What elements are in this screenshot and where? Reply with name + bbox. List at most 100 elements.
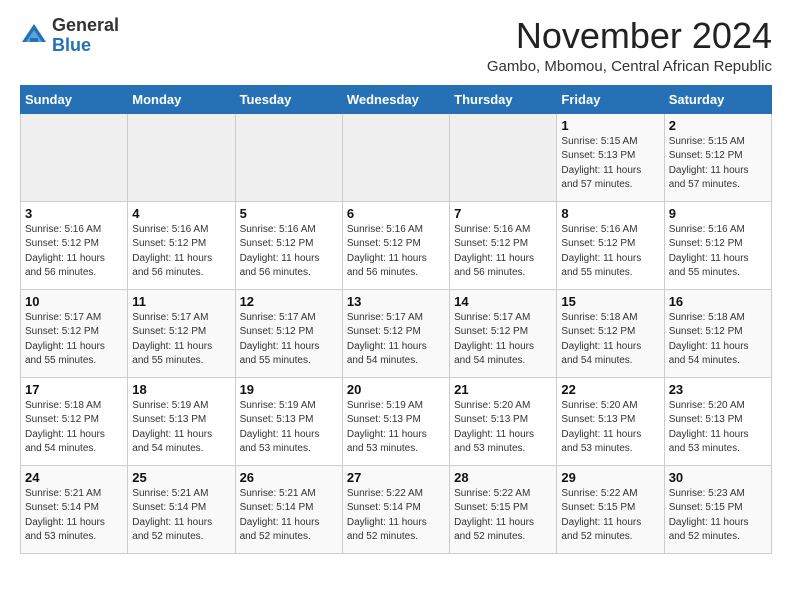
day-info: Sunrise: 5:16 AM Sunset: 5:12 PM Dayligh… <box>561 223 659 281</box>
day-number: 20 <box>347 382 445 397</box>
page: General Blue November 2024 Gambo, Mbomou… <box>0 0 792 570</box>
day-info: Sunrise: 5:17 AM Sunset: 5:12 PM Dayligh… <box>347 311 445 369</box>
calendar-cell: 15 Sunrise: 5:18 AM Sunset: 5:12 PM Dayli… <box>557 289 664 377</box>
calendar-cell: 10 Sunrise: 5:17 AM Sunset: 5:12 PM Dayli… <box>21 289 128 377</box>
day-info: Sunrise: 5:17 AM Sunset: 5:12 PM Dayligh… <box>132 311 230 369</box>
calendar-week-1: 1Sunrise: 5:15 AM Sunset: 5:13 PM Daylig… <box>21 113 772 201</box>
calendar-week-2: 3Sunrise: 5:16 AM Sunset: 5:12 PM Daylig… <box>21 201 772 289</box>
calendar-cell: 13 Sunrise: 5:17 AM Sunset: 5:12 PM Dayli… <box>342 289 449 377</box>
calendar-cell <box>128 113 235 201</box>
calendar-cell: 12 Sunrise: 5:17 AM Sunset: 5:12 PM Dayli… <box>235 289 342 377</box>
calendar-cell <box>342 113 449 201</box>
calendar-cell: 9 Sunrise: 5:16 AM Sunset: 5:12 PM Daylig… <box>664 201 771 289</box>
day-info: Sunrise: 5:19 AM Sunset: 5:13 PM Dayligh… <box>347 399 445 457</box>
day-info: Sunrise: 5:21 AM Sunset: 5:14 PM Dayligh… <box>240 487 338 545</box>
col-tuesday: Tuesday <box>235 85 342 113</box>
day-number: 18 <box>132 382 230 397</box>
logo: General Blue <box>20 16 119 56</box>
day-info: Sunrise: 5:16 AM Sunset: 5:12 PM Dayligh… <box>132 223 230 281</box>
day-number: 27 <box>347 470 445 485</box>
day-number: 14 <box>454 294 552 309</box>
calendar-cell: 6 Sunrise: 5:16 AM Sunset: 5:12 PM Daylig… <box>342 201 449 289</box>
day-number: 5 <box>240 206 338 221</box>
header: General Blue November 2024 Gambo, Mbomou… <box>20 16 772 75</box>
calendar-cell: 29Sunrise: 5:22 AM Sunset: 5:15 PM Dayli… <box>557 465 664 553</box>
col-friday: Friday <box>557 85 664 113</box>
calendar-cell: 3Sunrise: 5:16 AM Sunset: 5:12 PM Daylig… <box>21 201 128 289</box>
calendar-table: Sunday Monday Tuesday Wednesday Thursday… <box>20 85 772 554</box>
day-info: Sunrise: 5:17 AM Sunset: 5:12 PM Dayligh… <box>454 311 552 369</box>
day-number: 9 <box>669 206 767 221</box>
day-number: 19 <box>240 382 338 397</box>
day-number: 10 <box>25 294 123 309</box>
day-number: 2 <box>669 118 767 133</box>
col-saturday: Saturday <box>664 85 771 113</box>
day-info: Sunrise: 5:16 AM Sunset: 5:12 PM Dayligh… <box>454 223 552 281</box>
calendar-cell: 20 Sunrise: 5:19 AM Sunset: 5:13 PM Dayli… <box>342 377 449 465</box>
calendar-body: 1Sunrise: 5:15 AM Sunset: 5:13 PM Daylig… <box>21 113 772 553</box>
day-info: Sunrise: 5:19 AM Sunset: 5:13 PM Dayligh… <box>240 399 338 457</box>
logo-blue: Blue <box>52 35 91 55</box>
calendar-week-4: 17 Sunrise: 5:18 AM Sunset: 5:12 PM Dayli… <box>21 377 772 465</box>
calendar-cell: 22 Sunrise: 5:20 AM Sunset: 5:13 PM Dayli… <box>557 377 664 465</box>
col-wednesday: Wednesday <box>342 85 449 113</box>
day-info: Sunrise: 5:17 AM Sunset: 5:12 PM Dayligh… <box>25 311 123 369</box>
day-number: 26 <box>240 470 338 485</box>
col-sunday: Sunday <box>21 85 128 113</box>
day-info: Sunrise: 5:18 AM Sunset: 5:12 PM Dayligh… <box>561 311 659 369</box>
calendar-cell: 2Sunrise: 5:15 AM Sunset: 5:12 PM Daylig… <box>664 113 771 201</box>
day-info: Sunrise: 5:23 AM Sunset: 5:15 PM Dayligh… <box>669 487 767 545</box>
day-number: 11 <box>132 294 230 309</box>
calendar-cell: 4 Sunrise: 5:16 AM Sunset: 5:12 PM Daylig… <box>128 201 235 289</box>
day-info: Sunrise: 5:16 AM Sunset: 5:12 PM Dayligh… <box>347 223 445 281</box>
day-number: 4 <box>132 206 230 221</box>
logo-icon <box>20 22 48 50</box>
calendar-cell: 26 Sunrise: 5:21 AM Sunset: 5:14 PM Dayli… <box>235 465 342 553</box>
day-number: 17 <box>25 382 123 397</box>
day-info: Sunrise: 5:17 AM Sunset: 5:12 PM Dayligh… <box>240 311 338 369</box>
day-number: 15 <box>561 294 659 309</box>
calendar-cell: 19 Sunrise: 5:19 AM Sunset: 5:13 PM Dayli… <box>235 377 342 465</box>
day-info: Sunrise: 5:19 AM Sunset: 5:13 PM Dayligh… <box>132 399 230 457</box>
day-number: 30 <box>669 470 767 485</box>
header-row: Sunday Monday Tuesday Wednesday Thursday… <box>21 85 772 113</box>
day-number: 28 <box>454 470 552 485</box>
day-number: 13 <box>347 294 445 309</box>
day-info: Sunrise: 5:16 AM Sunset: 5:12 PM Dayligh… <box>240 223 338 281</box>
day-number: 29 <box>561 470 659 485</box>
calendar-cell: 8Sunrise: 5:16 AM Sunset: 5:12 PM Daylig… <box>557 201 664 289</box>
day-info: Sunrise: 5:16 AM Sunset: 5:12 PM Dayligh… <box>25 223 123 281</box>
calendar-week-5: 24Sunrise: 5:21 AM Sunset: 5:14 PM Dayli… <box>21 465 772 553</box>
calendar-week-3: 10 Sunrise: 5:17 AM Sunset: 5:12 PM Dayli… <box>21 289 772 377</box>
day-number: 1 <box>561 118 659 133</box>
day-info: Sunrise: 5:18 AM Sunset: 5:12 PM Dayligh… <box>669 311 767 369</box>
day-info: Sunrise: 5:20 AM Sunset: 5:13 PM Dayligh… <box>669 399 767 457</box>
day-number: 22 <box>561 382 659 397</box>
calendar-cell: 23 Sunrise: 5:20 AM Sunset: 5:13 PM Dayli… <box>664 377 771 465</box>
day-info: Sunrise: 5:21 AM Sunset: 5:14 PM Dayligh… <box>132 487 230 545</box>
day-info: Sunrise: 5:22 AM Sunset: 5:15 PM Dayligh… <box>454 487 552 545</box>
day-info: Sunrise: 5:18 AM Sunset: 5:12 PM Dayligh… <box>25 399 123 457</box>
day-number: 16 <box>669 294 767 309</box>
col-monday: Monday <box>128 85 235 113</box>
calendar-cell: 1Sunrise: 5:15 AM Sunset: 5:13 PM Daylig… <box>557 113 664 201</box>
calendar-cell: 18 Sunrise: 5:19 AM Sunset: 5:13 PM Dayli… <box>128 377 235 465</box>
calendar-cell <box>450 113 557 201</box>
day-info: Sunrise: 5:21 AM Sunset: 5:14 PM Dayligh… <box>25 487 123 545</box>
calendar-cell: 17 Sunrise: 5:18 AM Sunset: 5:12 PM Dayli… <box>21 377 128 465</box>
month-title: November 2024 <box>487 16 772 56</box>
calendar-cell <box>21 113 128 201</box>
day-info: Sunrise: 5:16 AM Sunset: 5:12 PM Dayligh… <box>669 223 767 281</box>
day-info: Sunrise: 5:20 AM Sunset: 5:13 PM Dayligh… <box>561 399 659 457</box>
day-number: 6 <box>347 206 445 221</box>
logo-text: General Blue <box>52 16 119 56</box>
day-info: Sunrise: 5:22 AM Sunset: 5:14 PM Dayligh… <box>347 487 445 545</box>
calendar-cell: 24Sunrise: 5:21 AM Sunset: 5:14 PM Dayli… <box>21 465 128 553</box>
day-number: 23 <box>669 382 767 397</box>
day-number: 12 <box>240 294 338 309</box>
calendar-cell <box>235 113 342 201</box>
calendar-cell: 28 Sunrise: 5:22 AM Sunset: 5:15 PM Dayli… <box>450 465 557 553</box>
location-subtitle: Gambo, Mbomou, Central African Republic <box>487 58 772 75</box>
calendar-header: Sunday Monday Tuesday Wednesday Thursday… <box>21 85 772 113</box>
calendar-cell: 27 Sunrise: 5:22 AM Sunset: 5:14 PM Dayli… <box>342 465 449 553</box>
